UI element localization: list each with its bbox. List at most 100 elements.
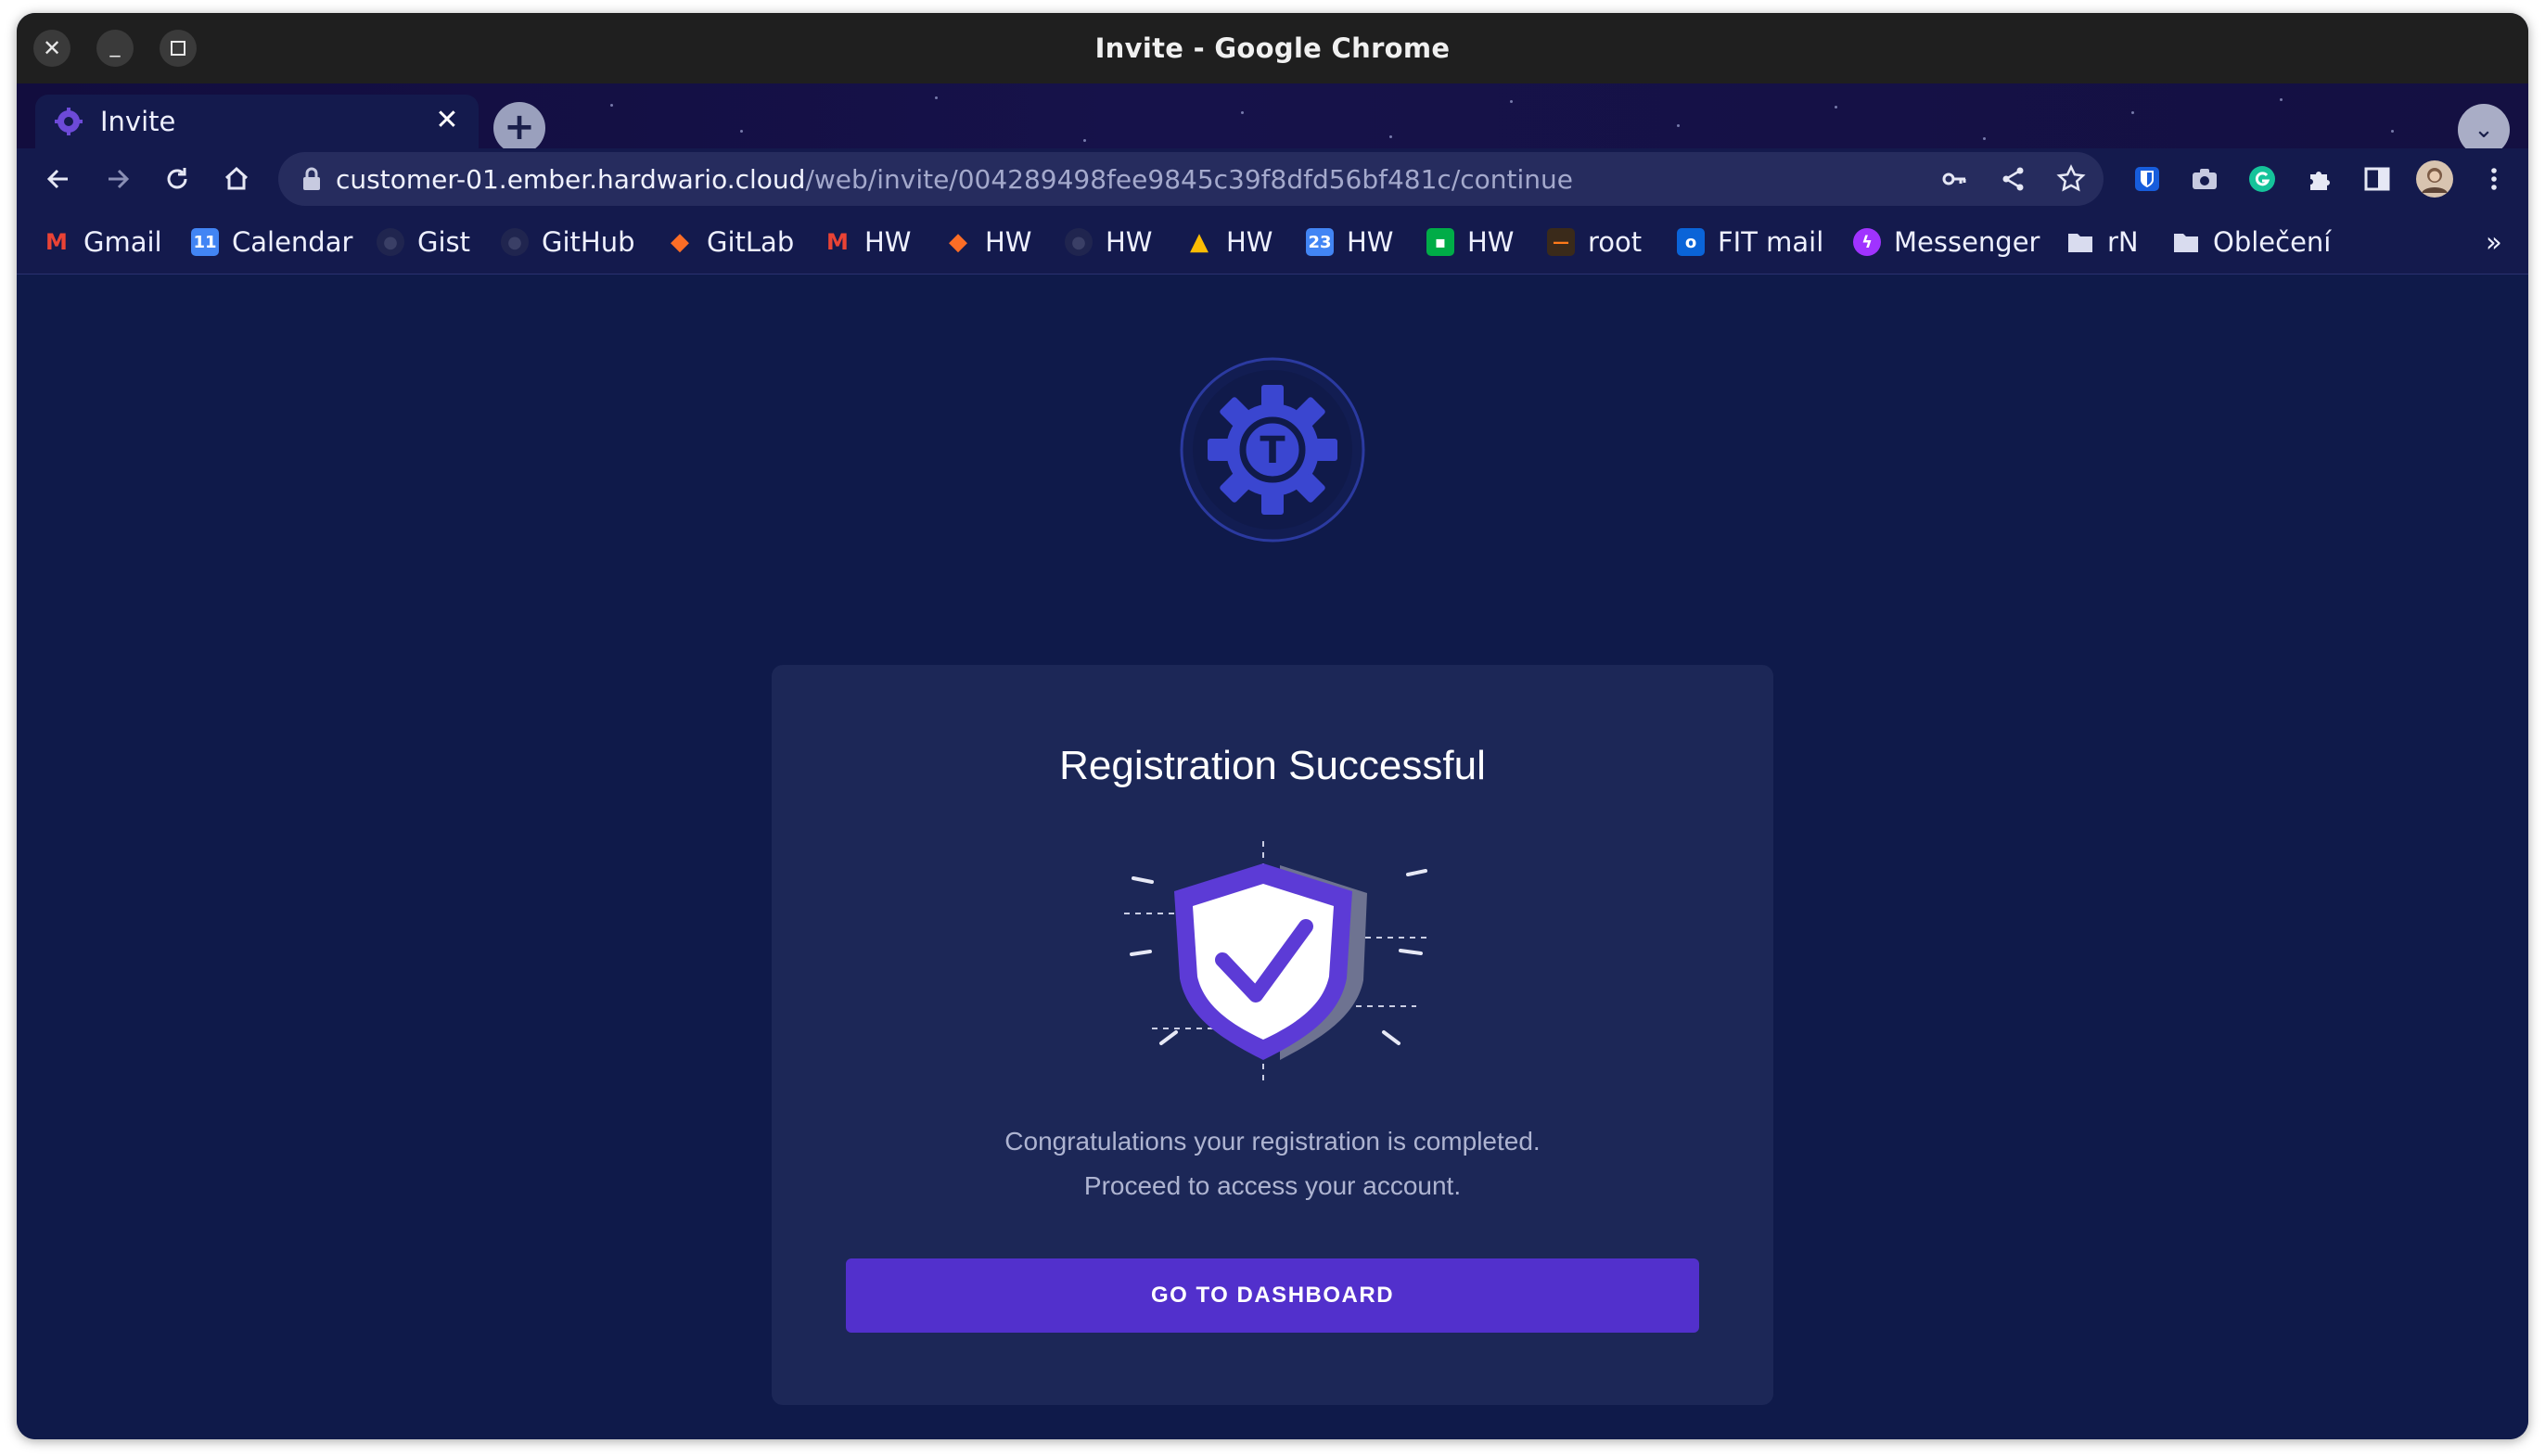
bookmark-folder-rn[interactable]: rN — [2066, 224, 2139, 260]
gear-favicon-icon — [55, 108, 83, 135]
gmail-icon: M — [826, 229, 849, 255]
bookmark-messenger[interactable]: ϟ Messenger — [1853, 224, 2040, 260]
browser-toolbar: customer-01.ember.hardwario.cloud/web/in… — [17, 148, 2528, 210]
bookmark-label: Calendar — [232, 226, 353, 258]
outlook-icon: o — [1677, 228, 1705, 256]
page-content: T Registration Successful Congratulation… — [17, 275, 2528, 1439]
more-vertical-icon — [2491, 168, 2497, 190]
reload-button[interactable] — [154, 156, 200, 202]
share-button[interactable] — [1994, 160, 2033, 198]
close-window-button[interactable]: ✕ — [33, 30, 70, 67]
bitwarden-extension-button[interactable] — [2124, 156, 2170, 202]
bookmark-hw-calendar[interactable]: 23 HW — [1306, 224, 1393, 260]
bookmark-calendar[interactable]: 11 Calendar — [191, 224, 352, 260]
address-bar[interactable]: customer-01.ember.hardwario.cloud/web/in… — [278, 152, 2104, 206]
calendar-icon: 23 — [1306, 228, 1334, 256]
bookmark-label: Messenger — [1894, 226, 2040, 258]
success-message-line2: Proceed to access your account. — [1083, 1171, 1462, 1200]
chat-icon: ▪ — [1426, 228, 1454, 256]
side-panel-button[interactable] — [2354, 156, 2400, 202]
home-icon — [224, 166, 249, 190]
bookmark-hw-gmail[interactable]: M HW — [824, 224, 911, 260]
github-icon: ● — [501, 228, 529, 256]
shield-check-icon — [1124, 841, 1430, 1082]
success-message-line1: Congratulations your registration is com… — [1004, 1127, 1541, 1156]
bookmark-root[interactable]: — root — [1547, 224, 1642, 260]
bookmark-label: rN — [2107, 226, 2139, 258]
bookmarks-bar: M Gmail 11 Calendar ● Gist ● GitHub ◆ GitLab … — [17, 210, 2528, 275]
go-to-dashboard-button[interactable]: GO TO DASHBOARD — [846, 1258, 1699, 1333]
bookmark-hw-github[interactable]: ● HW — [1065, 224, 1152, 260]
bookmarks-overflow-button[interactable]: » — [2486, 224, 2502, 260]
bookmark-folder-obleceni[interactable]: Oblečení — [2172, 224, 2331, 260]
close-icon: ✕ — [42, 35, 62, 61]
arrow-right-icon — [109, 169, 130, 189]
reload-icon — [167, 168, 187, 189]
screenshot-extension-button[interactable] — [2181, 156, 2228, 202]
tab-close-icon[interactable]: ✕ — [430, 104, 464, 137]
extensions-button[interactable] — [2296, 156, 2343, 202]
folder-icon — [2066, 228, 2094, 256]
star-icon — [2056, 164, 2086, 192]
title-bar: ✕ _ Invite - Google Chrome — [17, 13, 2528, 83]
bookmark-gist[interactable]: ● Gist — [377, 224, 470, 260]
gitlab-icon: ◆ — [671, 228, 689, 256]
terminal-icon: — — [1547, 228, 1575, 256]
grammarly-icon — [2249, 166, 2275, 192]
bookmark-label: Gist — [417, 226, 471, 258]
tab-invite[interactable]: Invite ✕ — [35, 95, 479, 148]
forward-button[interactable] — [95, 156, 141, 202]
bookmark-label: HW — [1226, 226, 1273, 258]
back-button[interactable] — [35, 156, 82, 202]
arrow-left-icon — [46, 169, 68, 189]
chevron-double-right-icon: » — [2486, 226, 2502, 258]
home-button[interactable] — [213, 156, 260, 202]
url-text: customer-01.ember.hardwario.cloud/web/in… — [336, 164, 1573, 195]
registration-card: Registration Successful Congratulations … — [772, 665, 1773, 1405]
minimize-window-button[interactable]: _ — [96, 30, 134, 67]
bookmark-label: HW — [1106, 226, 1153, 258]
github-icon: ● — [377, 228, 404, 256]
gmail-icon: M — [45, 229, 68, 255]
share-icon — [2002, 167, 2024, 191]
puzzle-icon — [2310, 172, 2330, 190]
bookmark-hw-drive[interactable]: ▲ HW — [1185, 224, 1272, 260]
bookmark-hw-chat[interactable]: ▪ HW — [1426, 224, 1514, 260]
maximize-window-button[interactable] — [160, 30, 197, 67]
bookmark-label: GitHub — [542, 226, 635, 258]
calendar-icon: 11 — [191, 228, 219, 256]
bookmark-hw-gitlab[interactable]: ◆ HW — [944, 224, 1031, 260]
camera-icon — [2193, 169, 2217, 189]
github-icon: ● — [1065, 228, 1093, 256]
browser-window: ✕ _ Invite - Google Chrome Invite ✕ + ⌄ … — [17, 13, 2528, 1439]
minimize-icon: _ — [109, 33, 121, 57]
plus-icon: + — [504, 106, 535, 148]
bookmark-label: HW — [864, 226, 912, 258]
bookmark-gmail[interactable]: M Gmail — [43, 224, 162, 260]
bookmark-gitlab[interactable]: ◆ GitLab — [666, 224, 794, 260]
folder-icon — [2172, 228, 2200, 256]
bitwarden-icon — [2135, 167, 2159, 191]
new-tab-button[interactable]: + — [493, 102, 545, 154]
bookmark-label: HW — [985, 226, 1032, 258]
chevron-down-icon: ⌄ — [2474, 116, 2494, 144]
profile-button[interactable] — [2411, 156, 2458, 202]
browser-menu-button[interactable] — [2471, 156, 2517, 202]
window-title: Invite - Google Chrome — [1094, 32, 1451, 64]
side-panel-icon — [2364, 167, 2390, 191]
bookmark-label: HW — [1467, 226, 1515, 258]
password-key-button[interactable] — [1935, 160, 1974, 198]
url-host: customer-01.ember.hardwario.cloud — [336, 163, 806, 195]
bookmark-star-button[interactable] — [2052, 160, 2091, 198]
grammarly-extension-button[interactable] — [2239, 156, 2285, 202]
bookmark-fit-mail[interactable]: o FIT mail — [1677, 224, 1823, 260]
bookmark-label: root — [1588, 226, 1643, 258]
bookmark-label: HW — [1347, 226, 1394, 258]
url-path: /web/invite/004289498fee9845c39f8dfd56bf… — [805, 163, 1574, 195]
bookmark-label: Gmail — [83, 226, 162, 258]
app-logo: T — [1180, 357, 1365, 543]
lock-icon — [303, 167, 320, 190]
drive-icon: ▲ — [1190, 228, 1209, 256]
bookmark-github[interactable]: ● GitHub — [501, 224, 635, 260]
tab-strip: Invite ✕ + ⌄ — [17, 83, 2528, 156]
